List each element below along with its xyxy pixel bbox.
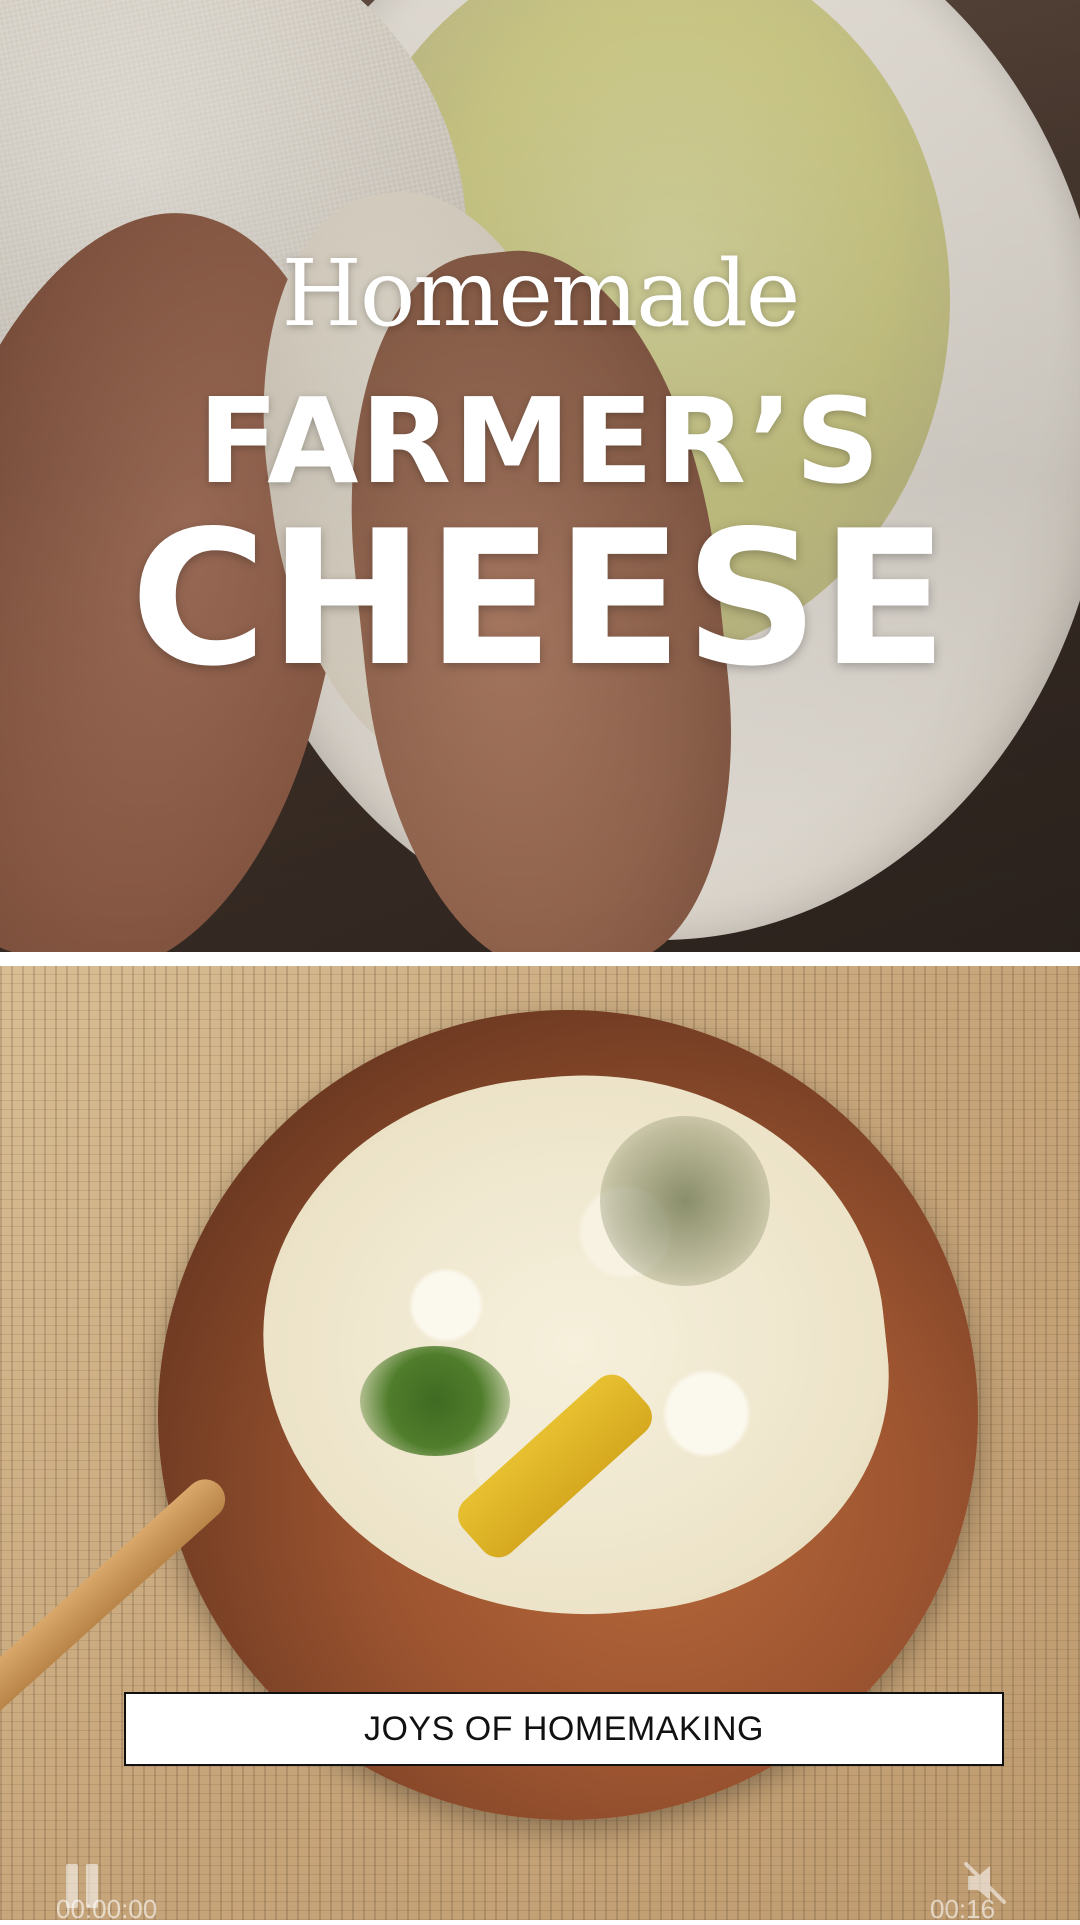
- title-cheese: CHEESE: [130, 490, 950, 707]
- dried-herbs: [600, 1116, 770, 1286]
- fresh-herbs: [360, 1346, 510, 1456]
- title-homemade: Homemade: [281, 240, 801, 347]
- brand-banner: JOYS OF HOMEMAKING: [124, 1692, 1004, 1766]
- top-photo-cheesecloth-squeeze: Homemade FARMER’S CHEESE: [0, 0, 1080, 952]
- bottom-photo-cheese-bowl: [0, 966, 1080, 1920]
- photo-divider: [0, 952, 1080, 966]
- brand-label: JOYS OF HOMEMAKING: [363, 1709, 765, 1748]
- total-time: 00:16: [930, 1894, 996, 1924]
- elapsed-time: 00:00:00: [56, 1894, 158, 1924]
